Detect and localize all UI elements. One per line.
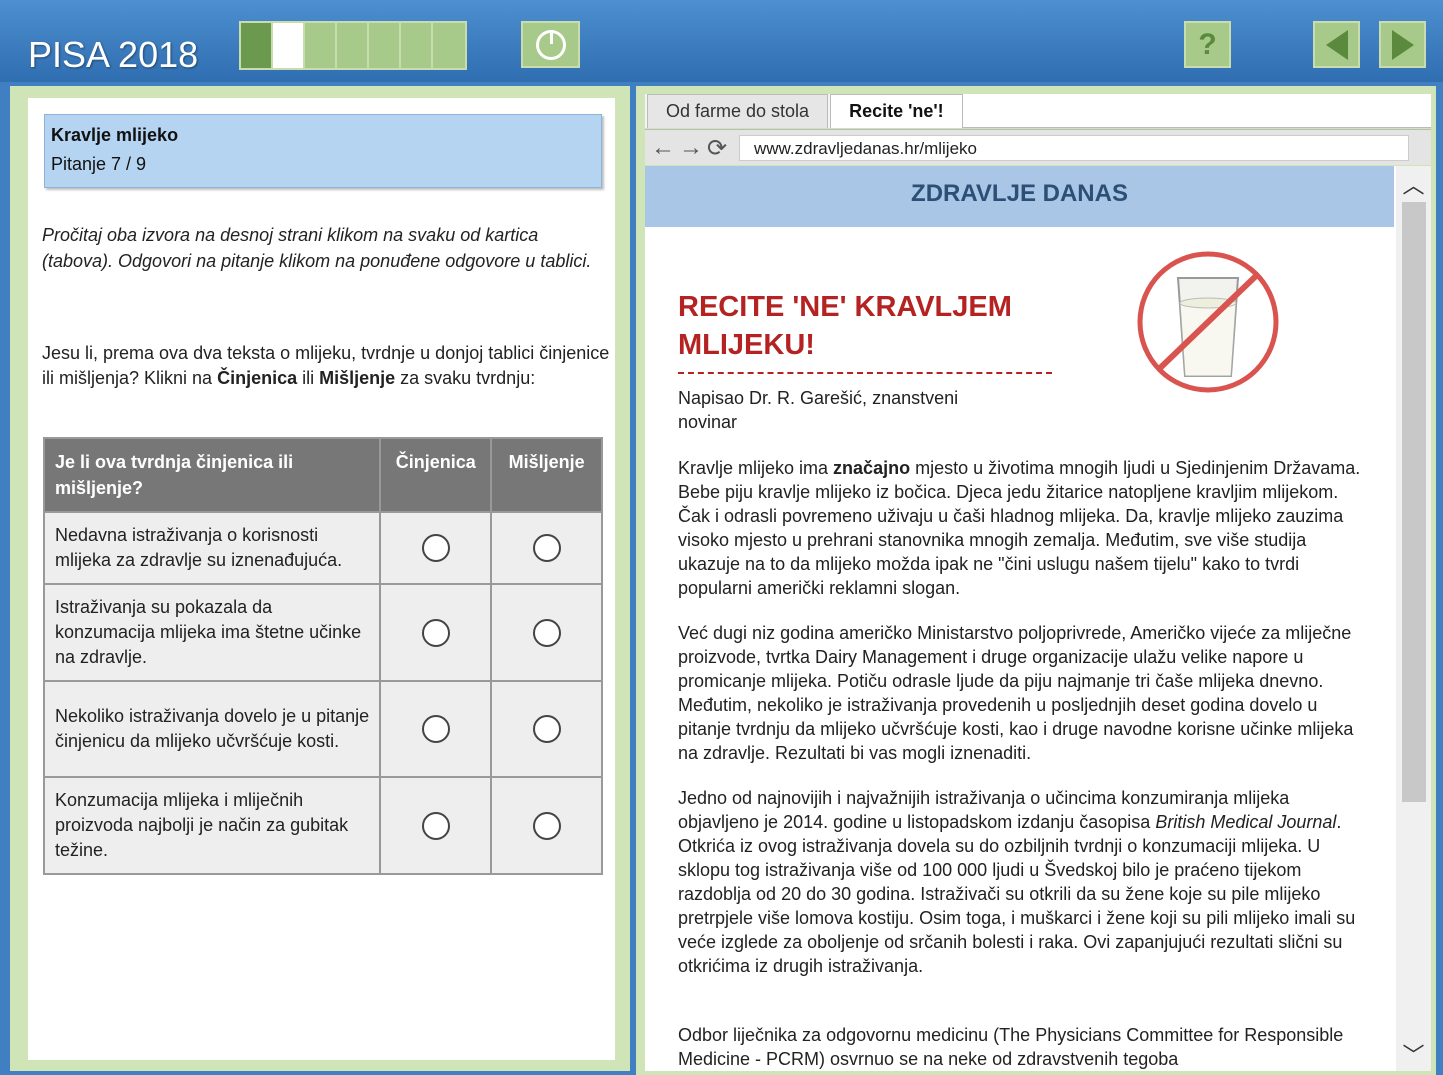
fact-cell xyxy=(379,776,493,875)
article-paragraph: Jedno od najnovijih i najvažnijih istraž… xyxy=(678,788,1356,976)
next-button[interactable] xyxy=(1379,21,1426,68)
opinion-cell xyxy=(490,776,603,875)
timer-button[interactable] xyxy=(521,21,580,68)
browser-tabs: Od farme do stola Recite 'ne'! xyxy=(645,94,1431,128)
clock-icon xyxy=(535,29,566,60)
progress-step xyxy=(433,23,465,68)
question-number: Pitanje 7 / 9 xyxy=(51,154,147,174)
fact-cell xyxy=(379,583,493,682)
top-bar: PISA 2018 ? xyxy=(0,0,1443,82)
tab-bar-fill xyxy=(962,94,1431,128)
scroll-down-icon[interactable]: ﹀ xyxy=(1396,1038,1431,1070)
table-header-row: Je li ova tvrdnja činjenica ili mišljenj… xyxy=(42,437,603,513)
statement-text: Istraživanja su pokazala da konzumacija … xyxy=(42,583,382,682)
article-paragraph: Kravlje mlijeko ima značajno mjesto u ži… xyxy=(678,458,1361,598)
column-header-statement: Je li ova tvrdnja činjenica ili mišljenj… xyxy=(42,437,382,513)
table-row: Nedavna istraživanja o korisnosti mlijek… xyxy=(42,511,603,585)
fact-radio[interactable] xyxy=(421,811,450,840)
progress-step xyxy=(337,23,369,68)
unit-title: Kravlje mlijeko xyxy=(51,125,179,145)
opinion-cell xyxy=(490,583,603,682)
progress-step xyxy=(369,23,401,68)
tab-od-farme-do-stola[interactable]: Od farme do stola xyxy=(647,94,829,128)
opinion-radio[interactable] xyxy=(532,534,561,562)
web-page: ZDRAVLJE DANAS RECITE 'NE' KRAVLJEM MLIJ… xyxy=(645,166,1431,1071)
article-title: RECITE 'NE' KRAVLJEM MLIJEKU! xyxy=(678,291,1012,361)
statement-text: Nedavna istraživanja o korisnosti mlijek… xyxy=(42,511,382,585)
refresh-icon: ⟳ xyxy=(707,135,728,162)
article-paragraph: Odbor liječnika za odgovornu medicinu (T… xyxy=(678,1025,1344,1069)
title-divider xyxy=(678,372,1052,374)
progress-step xyxy=(241,23,273,68)
question-text: Jesu li, prema ova dva teksta o mlijeku,… xyxy=(42,343,610,388)
progress-bar xyxy=(239,21,467,70)
question-header-box: Kravlje mlijeko Pitanje 7 / 9 xyxy=(44,114,602,188)
scrollbar-thumb[interactable] xyxy=(1402,202,1426,802)
statement-text: Konzumacija mlijeka i mliječnih proizvod… xyxy=(42,776,382,875)
scroll-up-icon[interactable]: ︿ xyxy=(1396,168,1431,200)
back-arrow-icon: ← xyxy=(651,134,675,161)
statement-text: Nekoliko istraživanja dovelo je u pitanj… xyxy=(42,680,382,778)
opinion-cell xyxy=(490,680,603,778)
site-banner: ZDRAVLJE DANAS xyxy=(645,166,1394,227)
instruction-text: Pročitaj oba izvora na desnoj strani kli… xyxy=(42,225,592,271)
article-byline: Napisao Dr. R. Garešić, znanstveni novin… xyxy=(678,388,959,432)
fact-radio[interactable] xyxy=(421,715,450,743)
progress-step xyxy=(401,23,433,68)
url-field: www.zdravljedanas.hr/mlijeko xyxy=(739,135,1409,161)
question-panel: Kravlje mlijeko Pitanje 7 / 9 Pročitaj o… xyxy=(10,86,630,1071)
back-button[interactable] xyxy=(1313,21,1360,68)
address-bar: ← → ⟳ www.zdravljedanas.hr/mlijeko xyxy=(645,129,1431,165)
table-row: Konzumacija mlijeka i mliječnih proizvod… xyxy=(42,776,603,875)
opinion-radio[interactable] xyxy=(532,715,561,743)
article-paragraph: Već dugi niz godina američko Ministarstv… xyxy=(678,623,1354,763)
app-logo: PISA 2018 xyxy=(28,34,199,75)
fact-cell xyxy=(379,680,493,778)
opinion-cell xyxy=(490,511,603,585)
table-row: Nekoliko istraživanja dovelo je u pitanj… xyxy=(42,680,603,778)
fact-radio[interactable] xyxy=(421,534,450,562)
help-button[interactable]: ? xyxy=(1184,21,1231,68)
column-header-fact: Činjenica xyxy=(379,437,493,513)
fact-cell xyxy=(379,511,493,585)
column-header-opinion: Mišljenje xyxy=(490,437,603,513)
answer-table: Je li ova tvrdnja činjenica ili mišljenj… xyxy=(42,437,603,875)
progress-step xyxy=(305,23,337,68)
tab-recite-ne[interactable]: Recite 'ne'! xyxy=(830,94,963,128)
opinion-radio[interactable] xyxy=(532,618,561,647)
opinion-radio[interactable] xyxy=(532,811,561,840)
question-mark-icon: ? xyxy=(1198,27,1217,61)
forward-arrow-icon: → xyxy=(679,134,703,161)
progress-step-current xyxy=(273,23,305,68)
fact-radio[interactable] xyxy=(421,618,450,647)
vertical-scrollbar[interactable]: ︿ ﹀ xyxy=(1396,166,1431,1071)
arrow-right-icon xyxy=(1391,29,1414,60)
no-milk-icon xyxy=(1137,251,1279,393)
table-row: Istraživanja su pokazala da konzumacija … xyxy=(42,583,603,682)
arrow-left-icon xyxy=(1325,29,1348,60)
question-panel-content: Kravlje mlijeko Pitanje 7 / 9 Pročitaj o… xyxy=(28,98,615,1060)
